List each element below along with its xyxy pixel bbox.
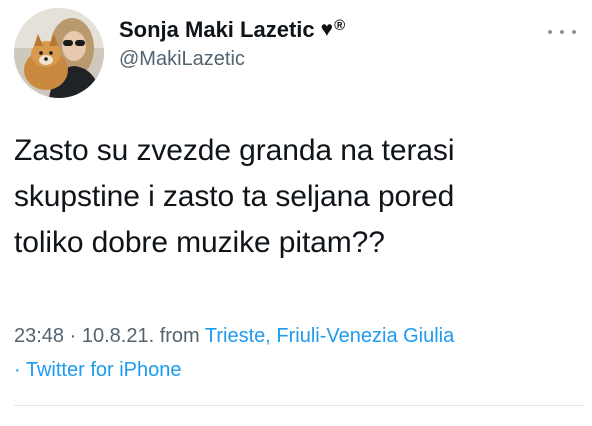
avatar-image (14, 8, 104, 98)
more-dot (572, 30, 576, 34)
author-names: Sonja Maki Lazetic ♥ ® @MakiLazetic (119, 16, 345, 72)
meta-separator: · (64, 325, 82, 347)
tweet-text: Zasto su zvezde granda na terasi skupsti… (14, 128, 574, 266)
display-name[interactable]: Sonja Maki Lazetic (119, 16, 315, 44)
tweet-meta: 23:48 · 10.8.21. from Trieste, Friuli-Ve… (14, 319, 584, 387)
display-name-row[interactable]: Sonja Maki Lazetic ♥ ® (119, 16, 345, 44)
avatar[interactable] (14, 8, 104, 98)
registered-mark: ® (334, 17, 346, 34)
tweet-time[interactable]: 23:48 (14, 325, 64, 347)
tweet-card: Sonja Maki Lazetic ♥ ® @MakiLazetic Zast… (0, 0, 592, 426)
more-dot (560, 30, 564, 34)
user-handle[interactable]: @MakiLazetic (119, 46, 345, 72)
tweet-text-line: toliko dobre muzike pitam?? (14, 226, 385, 259)
more-dot (548, 30, 552, 34)
tweet-header: Sonja Maki Lazetic ♥ ® @MakiLazetic (14, 8, 578, 98)
more-horizontal-icon[interactable] (548, 24, 576, 40)
source-link[interactable]: Twitter for iPhone (26, 359, 182, 381)
tweet-text-line: skupstine i zasto ta seljana pored (14, 180, 455, 213)
meta-from: from (154, 325, 205, 347)
meta-separator: · (14, 359, 26, 381)
heart-icon: ♥ (320, 18, 334, 41)
tweet-text-line: Zasto su zvezde granda na terasi (14, 134, 455, 167)
tweet-date[interactable]: 10.8.21. (82, 325, 154, 347)
location-link[interactable]: Trieste, Friuli-Venezia Giulia (205, 325, 454, 347)
divider (14, 405, 584, 406)
